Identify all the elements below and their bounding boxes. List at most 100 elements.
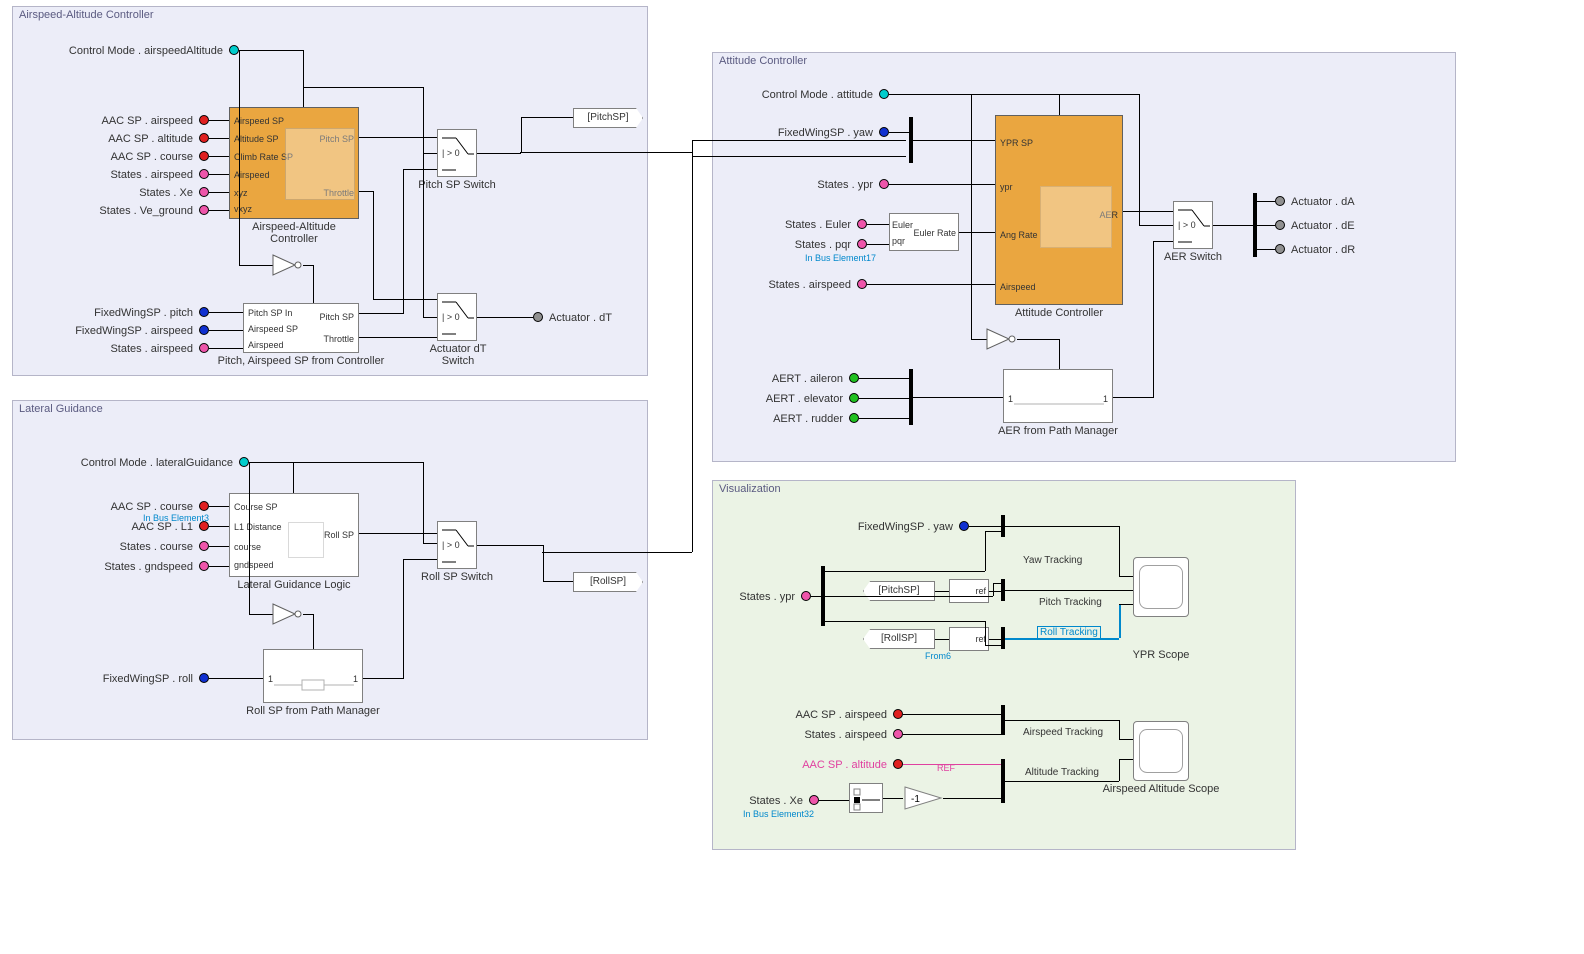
not-gate-3	[985, 327, 1019, 351]
port-label-states-airspeed: States . airspeed	[63, 169, 193, 181]
airspeed-altitude-scope-caption: Airspeed Altitude Scope	[1095, 783, 1227, 795]
port-altitude-sp[interactable]	[199, 133, 209, 143]
goto-rollsp[interactable]: [RollSP]	[573, 572, 643, 592]
port-vis-fw-yaw[interactable]	[959, 521, 969, 531]
panel-airspeed-altitude: Airspeed-Altitude Controller Control Mod…	[12, 6, 648, 376]
port-label-airspeed-sp: AAC SP . airspeed	[63, 115, 193, 127]
panel-title-att: Attitude Controller	[719, 55, 807, 67]
port-label-fw-pitch: FixedWingSP . pitch	[53, 307, 193, 319]
port-label-lat-course: AAC SP . course	[73, 501, 193, 513]
port-label-states-pqr: States . pqr	[733, 239, 851, 251]
port-label-vis-fw-yaw: FixedWingSP . yaw	[813, 521, 953, 533]
port-label-states-xe: States . Xe	[63, 187, 193, 199]
port-states-airspeed[interactable]	[199, 169, 209, 179]
port-states-ypr[interactable]	[879, 179, 889, 189]
label-pitch-tracking: Pitch Tracking	[1039, 597, 1102, 608]
port-label-vis-aac-altitude: AAC SP . altitude	[773, 759, 887, 771]
ref-block-1[interactable]: ref	[949, 579, 989, 603]
panel-visualization: Visualization FixedWingSP . yaw States .…	[712, 480, 1296, 850]
gain-block[interactable]: -1	[903, 785, 943, 811]
note-from6: From6	[925, 651, 951, 661]
port-aert-elev[interactable]	[849, 393, 859, 403]
port-aert-rud[interactable]	[849, 413, 859, 423]
selector-block[interactable]	[849, 783, 883, 813]
euler-rate-block[interactable]: Euler pqr Euler Rate	[889, 213, 959, 251]
port-lat-l1[interactable]	[199, 521, 209, 531]
ref-block-2[interactable]: ref	[949, 627, 989, 651]
aer-switch-caption: AER Switch	[1157, 251, 1229, 263]
attitude-controller-caption: Attitude Controller	[995, 307, 1123, 319]
port-states-pqr[interactable]	[857, 239, 867, 249]
aer-switch[interactable]: | > 0	[1173, 201, 1213, 249]
port-lat-course[interactable]	[199, 501, 209, 511]
aer-from-path-manager[interactable]: 1 1	[1003, 369, 1113, 423]
port-actuator-de[interactable]	[1275, 220, 1285, 230]
ypr-scope[interactable]	[1133, 557, 1189, 617]
port-states-xe[interactable]	[199, 187, 209, 197]
port-aert-ail[interactable]	[849, 373, 859, 383]
airspeed-altitude-scope[interactable]	[1133, 721, 1189, 781]
port-label-lat-states-course: States . course	[73, 541, 193, 553]
port-airspeed-sp[interactable]	[199, 115, 209, 125]
pitch-sp-switch[interactable]: | > 0	[437, 129, 477, 177]
label-altitude-tracking: Altitude Tracking	[1025, 767, 1099, 778]
port-label-course-sp: AAC SP . course	[63, 151, 193, 163]
port-states-euler[interactable]	[857, 219, 867, 229]
port-vis-states-ypr[interactable]	[801, 591, 811, 601]
goto-pitchsp[interactable]: [PitchSP]	[573, 108, 643, 128]
port-label-lat-mode: Control Mode . lateralGuidance	[23, 457, 233, 469]
port-label-fw-yaw: FixedWingSP . yaw	[733, 127, 873, 139]
port-label-actuator-de: Actuator . dE	[1291, 220, 1355, 232]
ypr-scope-caption: YPR Scope	[1117, 649, 1205, 661]
actuator-dt-switch[interactable]: | > 0	[437, 293, 477, 341]
port-label-aert-ail: AERT . aileron	[743, 373, 843, 385]
port-mode[interactable]	[229, 45, 239, 55]
port-vis-aac-airspeed[interactable]	[893, 709, 903, 719]
pitch-sp-switch-caption: Pitch SP Switch	[417, 179, 497, 191]
port-states-airspeed2[interactable]	[199, 343, 209, 353]
roll-sp-switch-caption: Roll SP Switch	[417, 571, 497, 583]
port-vis-states-airspeed[interactable]	[893, 729, 903, 739]
roll-sp-from-path-manager[interactable]: 1 1	[263, 649, 363, 703]
aac-subsystem[interactable]: Airspeed SP Altitude SP Climb Rate SP Ai…	[229, 107, 359, 219]
port-label-aert-rud: AERT . rudder	[743, 413, 843, 425]
port-label-states-airspeed2: States . airspeed	[53, 343, 193, 355]
port-label-actuator-da: Actuator . dA	[1291, 196, 1355, 208]
port-vis-states-xe[interactable]	[809, 795, 819, 805]
port-label-aert-elev: AERT . elevator	[743, 393, 843, 405]
port-lat-states-gnd[interactable]	[199, 561, 209, 571]
port-course-sp[interactable]	[199, 151, 209, 161]
port-actuator-dr[interactable]	[1275, 244, 1285, 254]
port-fw-airspeed[interactable]	[199, 325, 209, 335]
from-pitchsp[interactable]: [PitchSP]	[863, 581, 935, 601]
port-label-mode: Control Mode . airspeedAltitude	[23, 45, 223, 57]
roll-sp-pm-caption: Roll SP from Path Manager	[243, 705, 383, 717]
aac-pitch-from-controller-caption: Pitch, Airspeed SP from Controller	[213, 355, 389, 367]
port-att-mode[interactable]	[879, 89, 889, 99]
not-gate-1	[271, 253, 305, 277]
port-lat-states-course[interactable]	[199, 541, 209, 551]
port-states-airspeed-att[interactable]	[857, 279, 867, 289]
port-fw-yaw[interactable]	[879, 127, 889, 137]
label-yaw-tracking: Yaw Tracking	[1023, 555, 1082, 566]
port-states-ve[interactable]	[199, 205, 209, 215]
aer-pm-caption: AER from Path Manager	[993, 425, 1123, 437]
panel-title-vis: Visualization	[719, 483, 781, 495]
from-rollsp[interactable]: [RollSP]	[863, 629, 935, 649]
port-actuator-da[interactable]	[1275, 196, 1285, 206]
port-label-fw-airspeed: FixedWingSP . airspeed	[53, 325, 193, 337]
port-actuator-dt[interactable]	[533, 312, 543, 322]
port-label-vis-states-ypr: States . ypr	[715, 591, 795, 603]
actuator-dt-switch-caption: Actuator dT Switch	[413, 343, 503, 367]
port-label-vis-states-airspeed: States . airspeed	[773, 729, 887, 741]
port-fw-pitch[interactable]	[199, 307, 209, 317]
roll-sp-switch[interactable]: | > 0	[437, 521, 477, 569]
port-label-actuator-dr: Actuator . dR	[1291, 244, 1355, 256]
port-label-states-ve: States . Ve_ground	[63, 205, 193, 217]
panel-title-lat: Lateral Guidance	[19, 403, 103, 415]
aac-pitch-from-controller[interactable]: Pitch SP In Airspeed SP Airspeed Pitch S…	[243, 303, 359, 353]
port-lat-mode[interactable]	[239, 457, 249, 467]
port-vis-aac-altitude[interactable]	[893, 759, 903, 769]
attitude-controller-subsystem[interactable]: YPR SP ypr Ang Rate Airspeed AER	[995, 115, 1123, 305]
port-fw-roll[interactable]	[199, 673, 209, 683]
